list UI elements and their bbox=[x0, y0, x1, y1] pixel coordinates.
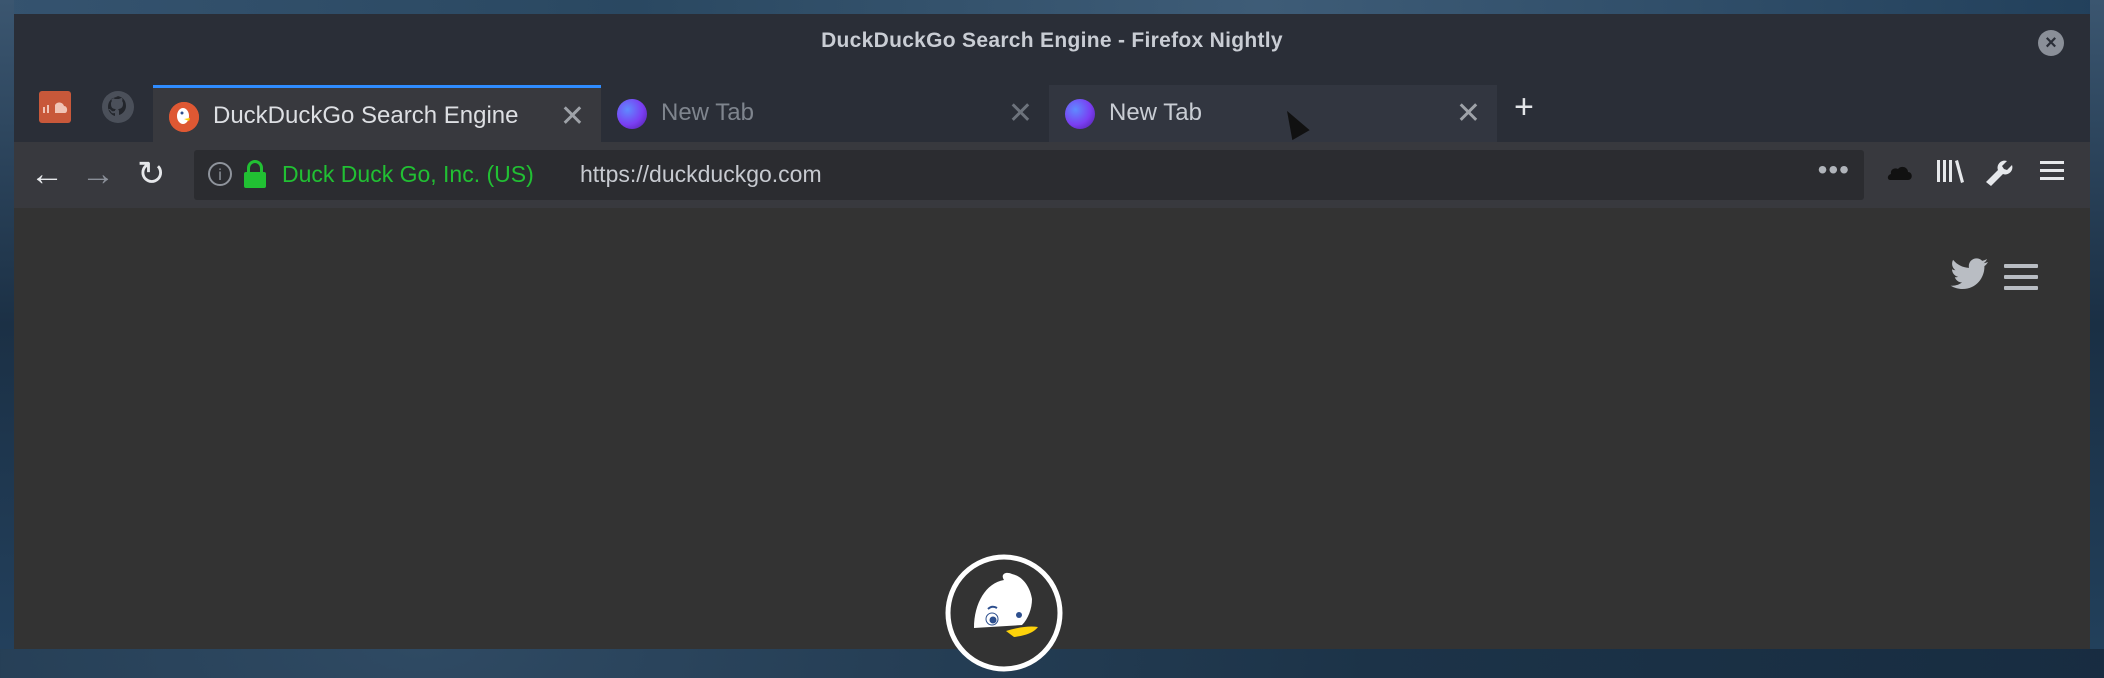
lock-icon[interactable] bbox=[244, 160, 266, 188]
tab-label: DuckDuckGo Search Engine bbox=[213, 102, 519, 129]
title-bar: DuckDuckGo Search Engine - Firefox Night… bbox=[14, 14, 2090, 71]
sync-cloud-icon[interactable] bbox=[1882, 154, 1916, 197]
page-actions-icon[interactable]: ••• bbox=[1818, 154, 1850, 186]
tab-label: New Tab bbox=[1109, 99, 1202, 126]
github-icon bbox=[102, 91, 134, 123]
duckduckgo-logo bbox=[944, 553, 1064, 673]
window-close-icon[interactable]: × bbox=[2038, 30, 2064, 56]
url-bar[interactable]: i Duck Duck Go, Inc. (US) https://duckdu… bbox=[194, 150, 1864, 200]
close-tab-icon[interactable]: ✕ bbox=[1456, 96, 1481, 131]
pinned-tab-github[interactable] bbox=[96, 85, 140, 129]
library-icon[interactable] bbox=[1933, 154, 1967, 197]
desktop-background bbox=[0, 0, 2104, 14]
tab-strip: DuckDuckGo Search Engine ✕ New Tab ✕ New… bbox=[14, 71, 2090, 145]
firefox-nightly-icon bbox=[617, 99, 647, 129]
twitter-icon[interactable] bbox=[1950, 258, 1990, 292]
forward-button[interactable]: → bbox=[81, 154, 115, 194]
desktop-background-right bbox=[2090, 0, 2104, 649]
wrench-icon[interactable] bbox=[1980, 154, 2014, 197]
firefox-nightly-icon bbox=[1065, 99, 1095, 129]
tab-label: New Tab bbox=[661, 99, 754, 126]
navigation-toolbar: ← → ↻ i Duck Duck Go, Inc. (US) https://… bbox=[14, 142, 2090, 208]
tab-duckduckgo[interactable]: DuckDuckGo Search Engine ✕ bbox=[153, 85, 601, 145]
desktop-background-left bbox=[0, 0, 14, 649]
tab-new-tab-hovered[interactable]: New Tab ✕ bbox=[1049, 85, 1497, 142]
new-tab-button[interactable]: + bbox=[1514, 87, 1534, 127]
window-title: DuckDuckGo Search Engine - Firefox Night… bbox=[821, 29, 1283, 52]
page-content bbox=[14, 208, 2090, 672]
url-text[interactable]: https://duckduckgo.com bbox=[580, 161, 822, 188]
site-menu-icon[interactable] bbox=[2004, 264, 2038, 297]
info-icon[interactable]: i bbox=[208, 162, 232, 186]
close-tab-icon[interactable]: ✕ bbox=[560, 99, 585, 134]
tab-new-tab[interactable]: New Tab ✕ bbox=[601, 85, 1049, 142]
close-tab-icon[interactable]: ✕ bbox=[1008, 96, 1033, 131]
browser-window: DuckDuckGo Search Engine - Firefox Night… bbox=[14, 14, 2090, 672]
soundcloud-icon bbox=[39, 91, 71, 123]
back-button[interactable]: ← bbox=[30, 154, 64, 194]
reload-button[interactable]: ↻ bbox=[137, 154, 166, 194]
pinned-tab-soundcloud[interactable] bbox=[33, 85, 77, 129]
hamburger-menu-icon[interactable] bbox=[2035, 154, 2069, 197]
site-identity-label[interactable]: Duck Duck Go, Inc. (US) bbox=[282, 161, 534, 188]
duckduckgo-icon bbox=[169, 102, 199, 132]
